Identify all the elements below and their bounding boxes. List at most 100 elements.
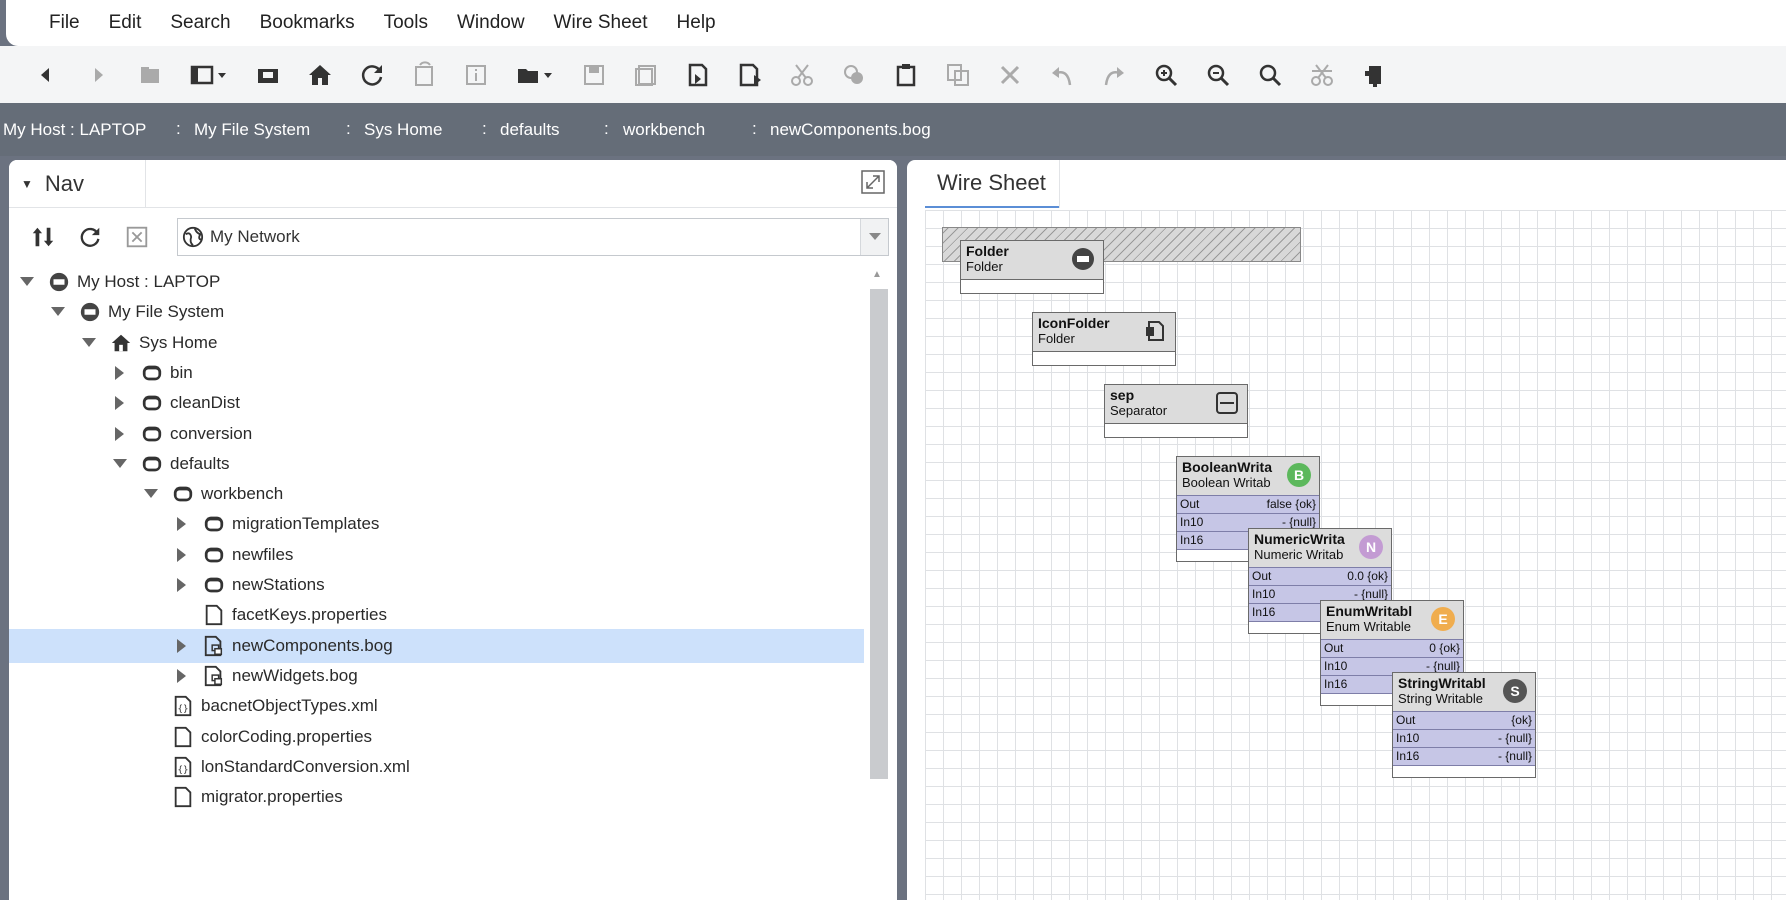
- slot-row[interactable]: Out 0.0 {ok}: [1249, 567, 1391, 585]
- expand-icon[interactable]: [110, 363, 130, 383]
- tree-row[interactable]: newComponents.bog: [9, 628, 864, 663]
- sort-button[interactable]: [25, 219, 61, 255]
- duplicate-button[interactable]: [940, 57, 976, 93]
- console-button[interactable]: [250, 57, 286, 93]
- nav-tab[interactable]: ▼ Nav: [9, 160, 146, 208]
- tree-row[interactable]: My File System: [9, 295, 864, 329]
- crumb-workbench[interactable]: workbench: [623, 120, 705, 140]
- expand-icon[interactable]: [110, 393, 130, 413]
- collapse-icon[interactable]: [17, 272, 37, 292]
- menu-file[interactable]: File: [36, 12, 96, 34]
- nav-scrollbar[interactable]: ▲: [867, 265, 889, 900]
- tree-row[interactable]: defaults: [9, 447, 864, 481]
- menu-edit[interactable]: Edit: [96, 12, 158, 34]
- collapse-icon[interactable]: [110, 454, 130, 474]
- crumb-defaults[interactable]: defaults: [500, 120, 560, 140]
- crumb-host[interactable]: My Host : LAPTOP: [3, 120, 146, 140]
- component-block[interactable]: IconFolder Folder: [1032, 312, 1176, 366]
- crumb-file-system[interactable]: My File System: [194, 120, 310, 140]
- tree-row[interactable]: Sys Home: [9, 326, 864, 360]
- tree-row[interactable]: {} bacnetObjectTypes.xml: [9, 689, 864, 723]
- slot-name: In16: [1180, 533, 1204, 547]
- expand-icon[interactable]: [172, 514, 192, 534]
- collapse-icon[interactable]: [48, 302, 68, 322]
- up-level-button[interactable]: [132, 57, 168, 93]
- tree-row-label: My File System: [108, 302, 225, 322]
- undo-button[interactable]: [1044, 57, 1080, 93]
- slot-row[interactable]: Out false {ok}: [1177, 495, 1319, 513]
- slot-row[interactable]: In16 - {null}: [1393, 747, 1535, 765]
- tree-row[interactable]: cleanDist: [9, 386, 864, 420]
- find-button[interactable]: [1252, 57, 1288, 93]
- slot-row[interactable]: Out 0 {ok}: [1321, 639, 1463, 657]
- cut-link-button[interactable]: [1304, 57, 1340, 93]
- redo-button[interactable]: [1096, 57, 1132, 93]
- nav-close-button[interactable]: [119, 219, 155, 255]
- tree-row[interactable]: newfiles: [9, 538, 864, 572]
- chevron-down-icon[interactable]: [860, 219, 888, 255]
- tree-row[interactable]: My Host : LAPTOP: [9, 265, 864, 299]
- host-icon: [78, 300, 102, 324]
- tree-row[interactable]: workbench: [9, 477, 864, 511]
- console-icon: [258, 68, 278, 83]
- menu-window[interactable]: Window: [444, 12, 541, 34]
- component-block[interactable]: sep Separator: [1104, 384, 1248, 438]
- side-bar-button[interactable]: [184, 57, 234, 93]
- cancel-refresh-button[interactable]: [406, 57, 442, 93]
- save-button[interactable]: [576, 57, 612, 93]
- maximize-icon[interactable]: [861, 170, 885, 194]
- print-button[interactable]: [732, 57, 768, 93]
- expand-icon[interactable]: [172, 636, 192, 656]
- scrollbar-thumb[interactable]: [870, 289, 888, 779]
- menu-help[interactable]: Help: [664, 12, 732, 34]
- scroll-up-icon[interactable]: ▲: [872, 269, 882, 280]
- component-block[interactable]: StringWritabl String Writable S Out {ok} In10…: [1392, 672, 1536, 778]
- expand-icon[interactable]: [172, 666, 192, 686]
- tree-row[interactable]: migrator.properties: [9, 780, 864, 814]
- nav-refresh-button[interactable]: [72, 219, 108, 255]
- tree-row[interactable]: colorCoding.properties: [9, 720, 864, 754]
- open-button[interactable]: [510, 57, 560, 93]
- tree-row[interactable]: {} lonStandardConversion.xml: [9, 750, 864, 784]
- nav-network-select[interactable]: My Network: [177, 218, 889, 256]
- refresh-button[interactable]: [354, 57, 390, 93]
- trash-button[interactable]: [1356, 57, 1392, 93]
- home-button[interactable]: [302, 57, 338, 93]
- tree-row[interactable]: migrationTemplates: [9, 507, 864, 541]
- crumb-new-components[interactable]: newComponents.bog: [770, 120, 931, 140]
- menu-wire-sheet[interactable]: Wire Sheet: [541, 12, 664, 34]
- slot-row[interactable]: In10 - {null}: [1393, 729, 1535, 747]
- delete-button[interactable]: [992, 57, 1028, 93]
- menu-tools[interactable]: Tools: [371, 12, 444, 34]
- tree-row[interactable]: conversion: [9, 417, 864, 451]
- slot-row[interactable]: Out {ok}: [1393, 711, 1535, 729]
- zoom-in-button[interactable]: [1148, 57, 1184, 93]
- tree-row[interactable]: bin: [9, 356, 864, 390]
- expand-icon[interactable]: [110, 424, 130, 444]
- component-name: IconFolder: [1038, 316, 1110, 331]
- zoom-out-button[interactable]: [1200, 57, 1236, 93]
- wiresheet-canvas[interactable]: Folder Folder IconFolder Folder sep Separator…: [925, 210, 1786, 900]
- menu-search[interactable]: Search: [157, 12, 246, 34]
- menu-bookmarks[interactable]: Bookmarks: [247, 12, 371, 34]
- tree-row[interactable]: facetKeys.properties: [9, 598, 864, 632]
- caret-down-icon[interactable]: ▼: [21, 177, 33, 191]
- crumb-sys-home[interactable]: Sys Home: [364, 120, 442, 140]
- tab-wire-sheet[interactable]: Wire Sheet: [925, 160, 1059, 208]
- expand-icon[interactable]: [172, 545, 192, 565]
- forward-button[interactable]: [80, 57, 116, 93]
- tree-row[interactable]: newStations: [9, 568, 864, 602]
- tree-row[interactable]: newWidgets.bog: [9, 659, 864, 693]
- collapse-icon[interactable]: [141, 484, 161, 504]
- info-button[interactable]: [458, 57, 494, 93]
- back-button[interactable]: [28, 57, 64, 93]
- cut-button[interactable]: [784, 57, 820, 93]
- copy-button[interactable]: [836, 57, 872, 93]
- export-button[interactable]: [680, 57, 716, 93]
- paste-button[interactable]: [888, 57, 924, 93]
- save-all-button[interactable]: [628, 57, 664, 93]
- component-block[interactable]: Folder Folder: [960, 240, 1104, 294]
- collapse-icon[interactable]: [79, 333, 99, 353]
- expand-icon[interactable]: [172, 575, 192, 595]
